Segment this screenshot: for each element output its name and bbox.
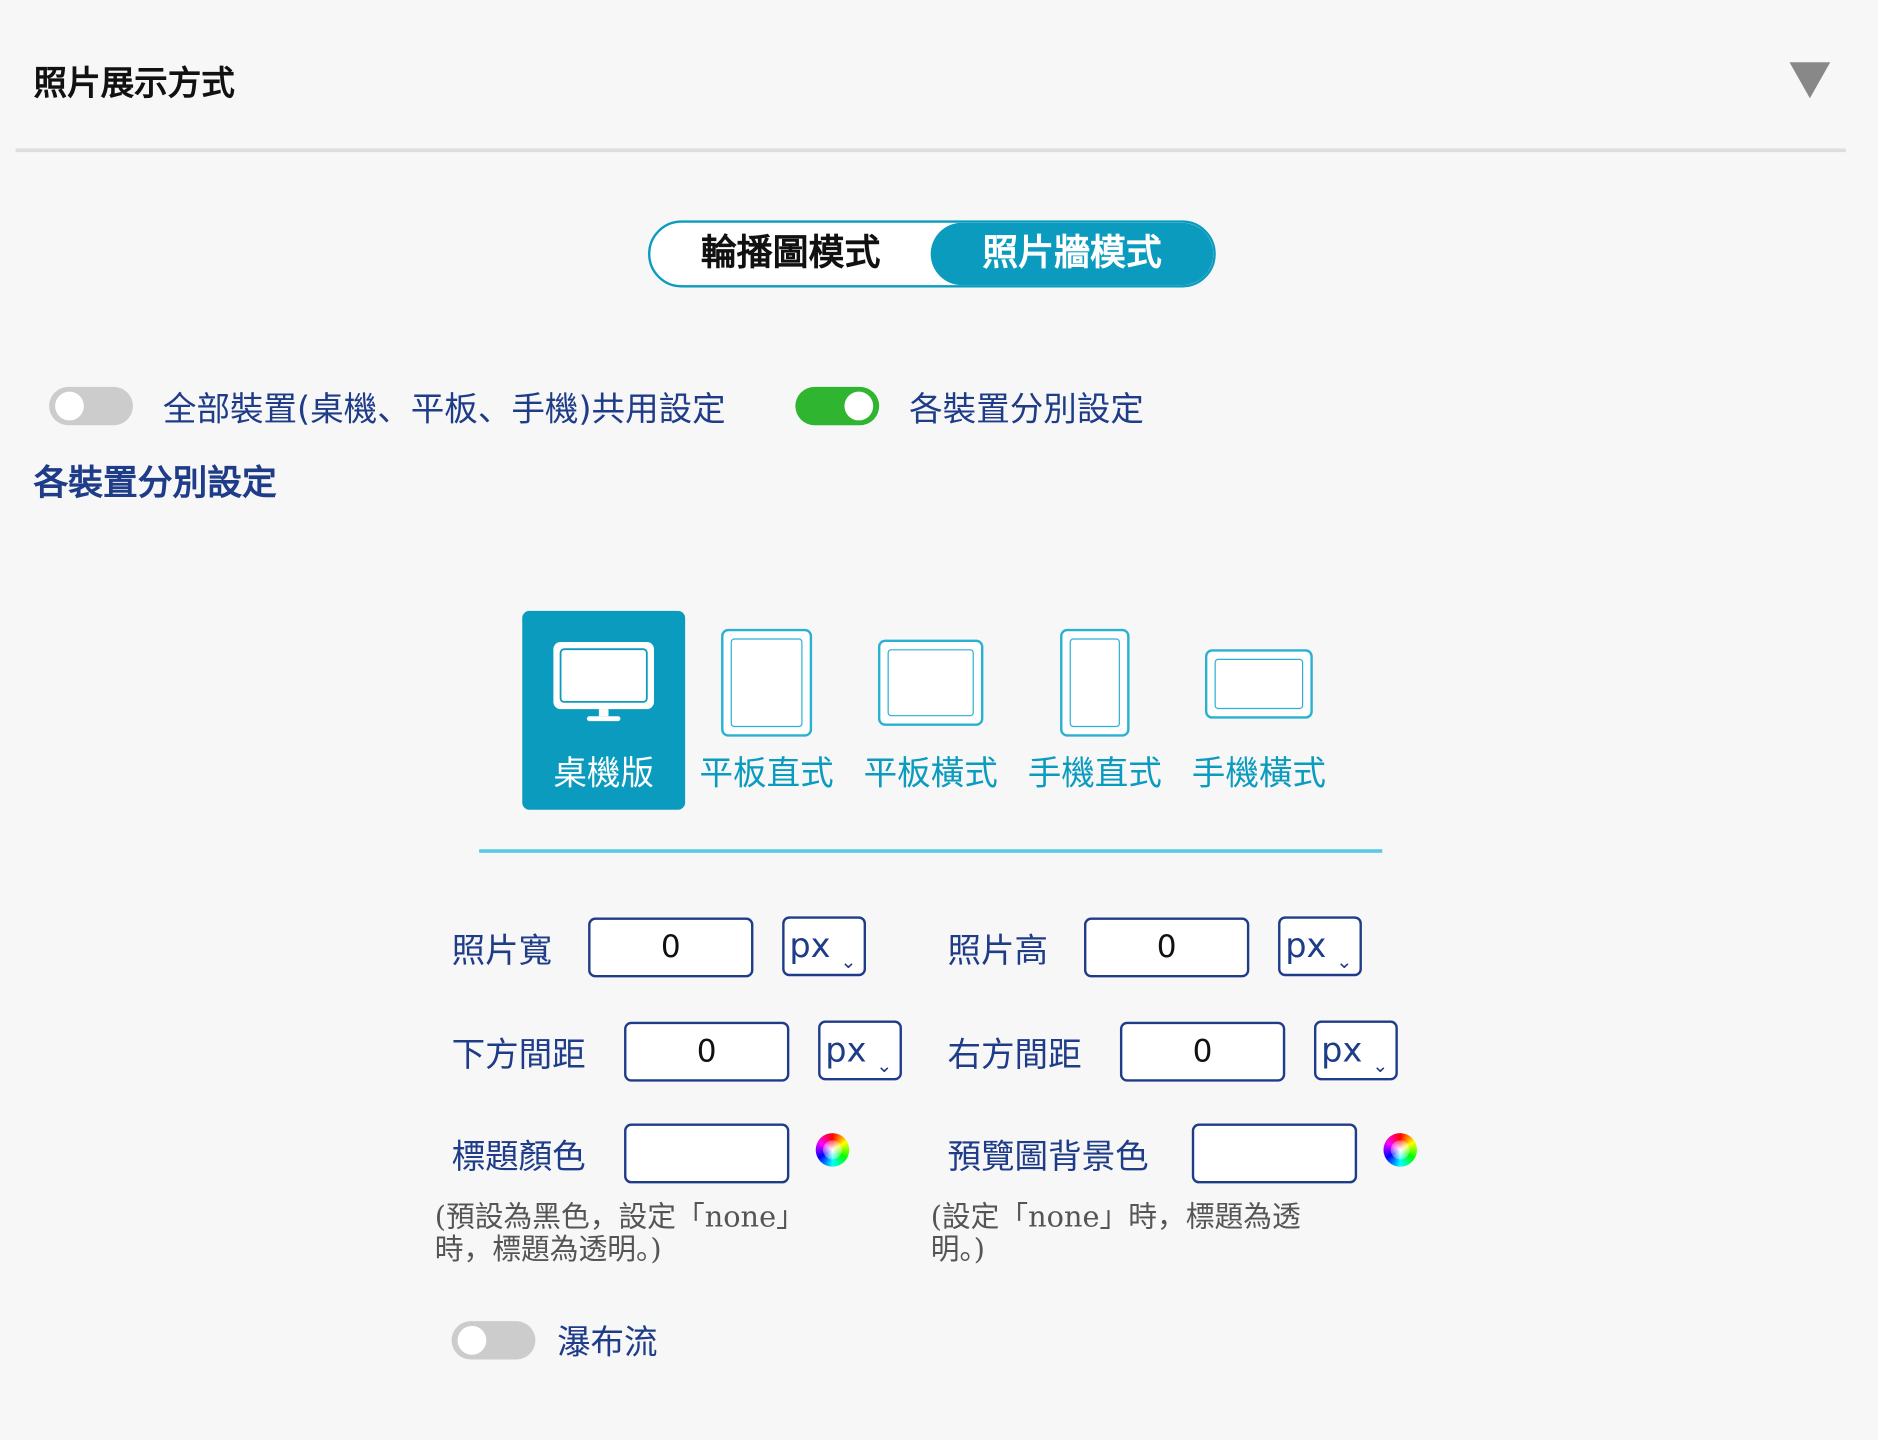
chevron-down-icon: ⌄ <box>876 1054 893 1077</box>
toggle-knob <box>844 391 874 421</box>
note-line: 明。) <box>930 1232 986 1267</box>
preview-bg-color-label: 預覽圖背景色 <box>947 1136 1149 1177</box>
chevron-down-icon: ⌄ <box>1336 949 1353 973</box>
section-header-title: 照片展示方式 <box>33 63 235 104</box>
tablet-landscape-icon <box>877 639 984 726</box>
tab-label: 平板橫式 <box>863 753 998 793</box>
tab-label: 手機橫式 <box>1191 753 1326 793</box>
title-color-note: (預設為黑色，設定「none」 時，標題為透明。) <box>435 1201 805 1266</box>
chevron-down-icon: ⌄ <box>1372 1054 1389 1077</box>
header-divider <box>15 148 1846 153</box>
note-line: 時，標題為透明。) <box>434 1232 662 1267</box>
photo-height-unit-select[interactable]: px ⌄ <box>1278 916 1362 977</box>
separate-settings-toggle[interactable] <box>795 386 880 426</box>
note-line: (預設為黑色，設定「none」 <box>434 1200 805 1234</box>
bottom-spacing-unit-select[interactable]: px ⌄ <box>818 1020 902 1081</box>
photo-height-input[interactable]: 0 <box>1084 917 1250 978</box>
separate-settings-label: 各裝置分別設定 <box>909 389 1144 429</box>
carousel-mode-option[interactable]: 輪播圖模式 <box>650 223 930 285</box>
bottom-spacing-input[interactable]: 0 <box>624 1021 790 1082</box>
chevron-down-icon: ⌄ <box>840 949 857 973</box>
unit-value: px <box>789 925 831 966</box>
toggle-knob <box>457 1325 487 1355</box>
note-line: (設定「none」時，標題為透 <box>930 1200 1301 1234</box>
photo-width-label: 照片寬 <box>451 930 553 971</box>
tab-label: 手機直式 <box>1027 753 1162 793</box>
toggle-knob <box>55 391 84 421</box>
color-picker-icon[interactable] <box>815 1133 850 1167</box>
unit-value: px <box>1321 1030 1363 1070</box>
tablet-portrait-icon <box>721 628 813 737</box>
tab-tablet-portrait[interactable]: 平板直式 <box>692 611 841 810</box>
masonry-toggle[interactable] <box>451 1321 536 1360</box>
shared-settings-toggle[interactable] <box>49 386 133 426</box>
bottom-spacing-label: 下方間距 <box>451 1034 586 1075</box>
title-color-input[interactable] <box>624 1123 790 1184</box>
color-picker-icon[interactable] <box>1383 1133 1417 1167</box>
right-spacing-label: 右方間距 <box>947 1034 1082 1075</box>
tab-label: 桌機版 <box>553 753 654 793</box>
preview-bg-color-input[interactable] <box>1191 1123 1358 1184</box>
title-color-label: 標題顏色 <box>451 1136 586 1177</box>
phone-portrait-icon <box>1060 628 1130 737</box>
collapse-triangle-icon[interactable] <box>1789 62 1831 99</box>
photo-width-unit-select[interactable]: px ⌄ <box>782 916 867 977</box>
unit-value: px <box>825 1030 867 1070</box>
preview-bg-color-note: (設定「none」時，標題為透 明。) <box>931 1201 1301 1266</box>
right-spacing-input[interactable]: 0 <box>1119 1021 1286 1082</box>
unit-value: px <box>1285 925 1327 966</box>
display-mode-switch: 輪播圖模式 照片牆模式 <box>648 220 1216 288</box>
tab-desktop[interactable]: 桌機版 <box>522 610 686 810</box>
photo-height-label: 照片高 <box>947 930 1049 971</box>
section-title: 各裝置分別設定 <box>33 462 277 504</box>
masonry-label: 瀑布流 <box>556 1322 658 1362</box>
tab-phone-portrait[interactable]: 手機直式 <box>1021 611 1170 810</box>
photo-wall-mode-option[interactable]: 照片牆模式 <box>930 222 1214 286</box>
tab-label: 平板直式 <box>699 753 834 793</box>
phone-landscape-icon <box>1204 649 1313 719</box>
right-spacing-unit-select[interactable]: px ⌄ <box>1313 1020 1398 1081</box>
tab-tablet-landscape[interactable]: 平板橫式 <box>856 611 1005 810</box>
tabs-divider <box>479 849 1383 853</box>
photo-width-input[interactable]: 0 <box>588 917 754 978</box>
tab-phone-landscape[interactable]: 手機橫式 <box>1185 611 1334 810</box>
shared-settings-label: 全部裝置(桌機、平板、手機)共用設定 <box>162 389 726 429</box>
